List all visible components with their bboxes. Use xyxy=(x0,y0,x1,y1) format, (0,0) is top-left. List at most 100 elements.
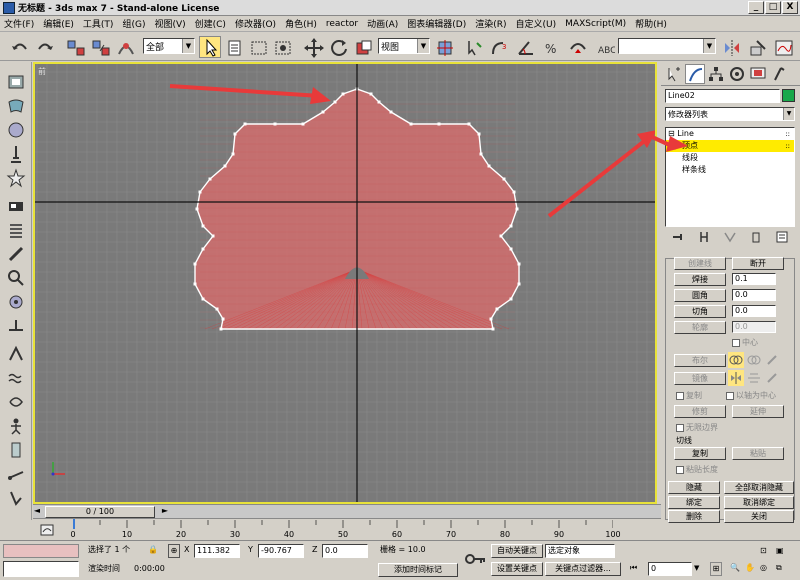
create-tab-icon[interactable] xyxy=(664,64,684,84)
object-color-swatch[interactable] xyxy=(782,89,795,102)
infinite-bounds-checkbox[interactable]: 无限边界 xyxy=(676,422,718,433)
add-time-tag-button[interactable]: 添加时间标记 xyxy=(378,563,458,577)
pivot-center-icon[interactable] xyxy=(433,36,455,58)
boolean-union-icon[interactable] xyxy=(728,352,744,368)
delete-button[interactable]: 删除 xyxy=(668,510,720,523)
mirror-both-icon[interactable] xyxy=(764,370,780,386)
move-icon[interactable] xyxy=(302,36,324,58)
soft-body-icon[interactable] xyxy=(6,120,26,140)
menu-create[interactable]: 创建(C) xyxy=(195,17,226,30)
named-selection-dropdown[interactable]: ▼ xyxy=(618,38,716,54)
modify-tab-icon[interactable] xyxy=(685,64,705,84)
tangent-copy-button[interactable]: 复制 xyxy=(674,447,726,460)
chamfer-amount-input[interactable]: 0.0 xyxy=(732,305,776,317)
object-name-field[interactable]: Line02 xyxy=(665,89,780,103)
weld-threshold-input[interactable]: 0.1 xyxy=(732,273,776,285)
menu-graph-editors[interactable]: 图表编辑器(D) xyxy=(407,17,466,30)
toy-car-icon[interactable] xyxy=(6,316,26,336)
zoom-extents-icon[interactable]: ⊡ xyxy=(760,545,772,559)
unbind-button[interactable]: 取消绑定 xyxy=(724,496,794,509)
select-by-name-icon[interactable] xyxy=(223,36,245,58)
bind-button[interactable]: 绑定 xyxy=(668,496,720,509)
selection-set-dropdown[interactable]: 选定对象 xyxy=(545,544,615,558)
menu-file[interactable]: 文件(F) xyxy=(4,17,34,30)
time-config-icon[interactable]: ⊞ xyxy=(710,562,722,576)
boolean-intersect-icon[interactable] xyxy=(764,352,780,368)
absolute-mode-icon[interactable]: ⊕ xyxy=(168,544,180,558)
wind-icon[interactable] xyxy=(6,292,26,312)
menu-views[interactable]: 视图(V) xyxy=(154,17,185,30)
stack-item-vertex[interactable]: 顶点:: xyxy=(666,140,794,152)
reactor-collection-icon[interactable] xyxy=(6,72,26,92)
hierarchy-tab-icon[interactable] xyxy=(706,64,726,84)
unlink-icon[interactable] xyxy=(89,36,111,58)
track-bar[interactable]: 0 10 20 30 40 50 60 70 80 90 100 xyxy=(33,518,661,540)
set-key-button[interactable]: 设置关键点 xyxy=(491,562,543,576)
rag-doll-icon[interactable] xyxy=(6,416,26,436)
close-spline-button[interactable]: 关闭 xyxy=(724,510,794,523)
menu-maxscript[interactable]: MAXScript(M) xyxy=(565,19,626,29)
boolean-subtract-icon[interactable] xyxy=(746,352,762,368)
minimize-button[interactable]: _ xyxy=(748,1,764,14)
edit-named-selection-icon[interactable]: ABC xyxy=(592,36,616,58)
stack-item-line[interactable]: ⊟ Line:: xyxy=(666,128,794,140)
water-icon[interactable] xyxy=(6,368,26,388)
trim-button[interactable]: 修剪 xyxy=(674,405,726,418)
menu-customize[interactable]: 自定义(U) xyxy=(516,17,557,30)
orbit-icon[interactable]: ◎ xyxy=(760,562,772,576)
create-line-button[interactable]: 创建线 xyxy=(674,257,726,270)
break-button[interactable]: 断开 xyxy=(732,257,784,270)
paste-length-checkbox[interactable]: 粘贴长度 xyxy=(676,464,718,475)
reference-coord-dropdown[interactable]: 视图 ▼ xyxy=(378,38,430,54)
angle-snap-icon[interactable] xyxy=(514,36,536,58)
maximize-viewport-icon[interactable]: ⧉ xyxy=(776,562,788,576)
mini-curve-editor-icon[interactable] xyxy=(39,522,55,538)
outline-amount-input[interactable]: 0.0 xyxy=(732,321,776,333)
mirror-icon[interactable] xyxy=(720,36,742,58)
selection-filter-dropdown[interactable]: 全部 ▼ xyxy=(143,38,195,54)
make-unique-icon[interactable] xyxy=(723,230,737,244)
point-to-point-icon[interactable] xyxy=(6,464,26,484)
stack-item-segment[interactable]: 线段 xyxy=(666,152,794,164)
auto-key-button[interactable]: 自动关键点 xyxy=(491,544,543,558)
motion-tab-icon[interactable] xyxy=(727,64,747,84)
stack-item-spline[interactable]: 样条线 xyxy=(666,164,794,176)
link-icon[interactable] xyxy=(64,36,86,58)
prev-frame-arrow-icon[interactable]: ◄ xyxy=(31,506,43,518)
collapse-icon[interactable]: ⊟ xyxy=(668,129,675,138)
fillet-button[interactable]: 圆角 xyxy=(674,289,726,302)
window-crossing-icon[interactable] xyxy=(271,36,293,58)
show-end-result-icon[interactable] xyxy=(697,230,711,244)
display-tab-icon[interactable] xyxy=(748,64,768,84)
plane-icon[interactable] xyxy=(6,196,26,216)
maxscript-input[interactable] xyxy=(3,561,79,577)
next-frame-arrow-icon[interactable]: ► xyxy=(159,506,171,518)
select-object-icon[interactable] xyxy=(199,36,221,58)
front-viewport[interactable]: 前 xyxy=(33,62,657,504)
outline-button[interactable]: 轮廓 xyxy=(674,321,726,334)
rect-selection-icon[interactable] xyxy=(247,36,269,58)
dashpot-icon[interactable] xyxy=(6,244,26,264)
select-manipulate-icon[interactable] xyxy=(462,36,484,58)
mirror-button[interactable]: 镜像 xyxy=(674,372,726,385)
menu-reactor[interactable]: reactor xyxy=(326,19,358,29)
close-button[interactable]: X xyxy=(782,1,798,14)
snap-3d-icon[interactable]: 3 xyxy=(488,36,510,58)
unhide-all-button[interactable]: 全部取消隐藏 xyxy=(724,481,794,494)
fracture-icon[interactable] xyxy=(6,344,26,364)
bind-spacewarp-icon[interactable] xyxy=(114,36,136,58)
zoom-icon[interactable]: 🔍 xyxy=(730,562,742,576)
menu-character[interactable]: 角色(H) xyxy=(285,17,317,30)
about-pivot-checkbox[interactable]: 以轴为中心 xyxy=(726,390,776,401)
maxscript-listener-mini[interactable] xyxy=(3,544,79,558)
hinge-icon[interactable] xyxy=(6,440,26,460)
center-checkbox[interactable]: 中心 xyxy=(732,337,758,348)
rope-collection-icon[interactable] xyxy=(6,144,26,164)
x-coordinate-input[interactable]: 111.382 xyxy=(194,544,240,558)
percent-snap-icon[interactable]: % xyxy=(540,36,562,58)
tangent-paste-button[interactable]: 粘贴 xyxy=(732,447,784,460)
copy-checkbox[interactable]: 复制 xyxy=(676,390,702,401)
fillet-amount-input[interactable]: 0.0 xyxy=(732,289,776,301)
current-frame-input[interactable]: 0 xyxy=(648,562,692,576)
configure-modifier-sets-icon[interactable] xyxy=(775,230,789,244)
